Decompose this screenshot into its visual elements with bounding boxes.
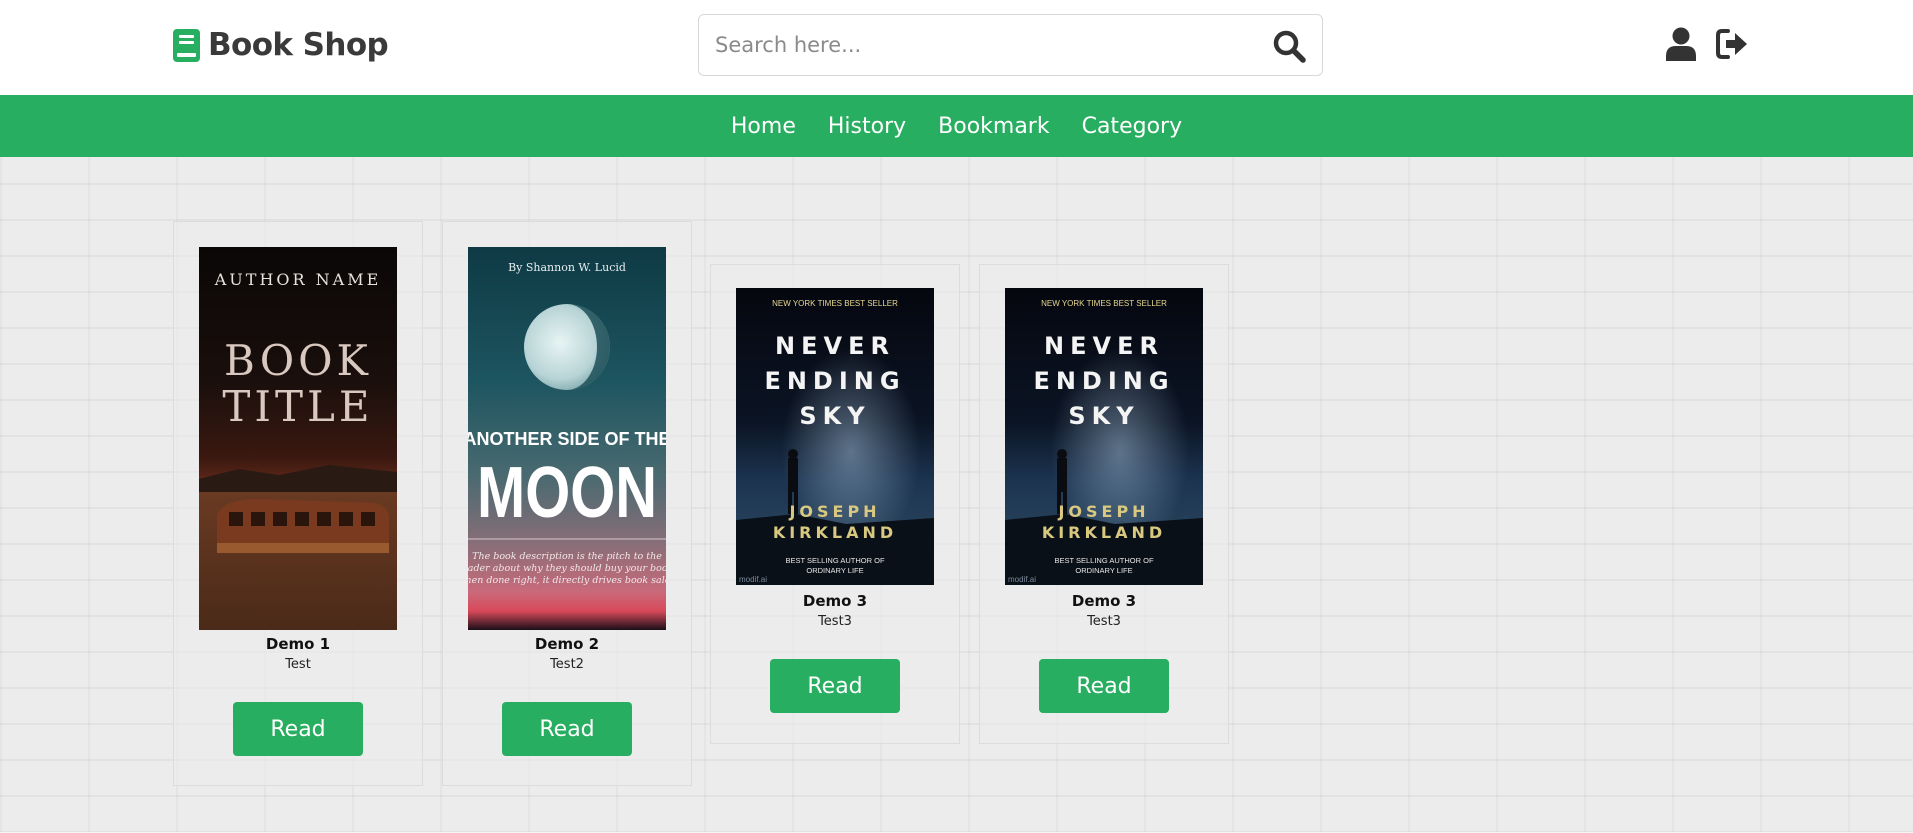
cover-author-line1: JOSEPH	[788, 502, 880, 521]
search-box	[698, 14, 1323, 76]
nav-history[interactable]: History	[828, 114, 906, 139]
book-card: AUTHOR NAME BOOK TITLE Demo 1 Test Read	[173, 221, 423, 786]
cover-title-line3: SKY	[799, 402, 870, 430]
cover-author-line1: JOSEPH	[1057, 502, 1149, 521]
nav-home[interactable]: Home	[731, 114, 796, 139]
read-button[interactable]: Read	[1039, 659, 1169, 713]
cover-description: When done right, it directly drives book…	[468, 575, 666, 586]
cover-title-line2: MOON	[477, 453, 657, 533]
read-button[interactable]: Read	[502, 702, 632, 756]
cover-watermark: modif.ai	[739, 575, 767, 584]
cover-title-line2: ENDING	[1033, 367, 1174, 395]
cover-author-line2: KIRKLAND	[1042, 523, 1166, 542]
cover-subtitle: BEST SELLING AUTHOR OF	[1054, 556, 1153, 565]
cover-title-line3: SKY	[1068, 402, 1139, 430]
cover-subtitle: ORDINARY LIFE	[1075, 566, 1132, 575]
cover-title-line1: NEVER	[775, 332, 895, 360]
book-author: Test2	[550, 657, 584, 672]
read-button[interactable]: Read	[770, 659, 900, 713]
book-grid-area: AUTHOR NAME BOOK TITLE Demo 1 Test Read	[0, 157, 1913, 833]
nav-bookmark[interactable]: Bookmark	[938, 114, 1049, 139]
cover-title-line2: TITLE	[222, 382, 373, 431]
book-title: Demo 3	[802, 592, 868, 610]
top-header: Book Shop	[0, 0, 1913, 95]
cover-tagline: NEW YORK TIMES BEST SELLER	[1041, 299, 1167, 308]
book-title: Demo 3	[1071, 592, 1137, 610]
user-icon[interactable]	[1666, 27, 1696, 61]
book-cover[interactable]: NEW YORK TIMES BEST SELLER NEVER ENDING …	[1005, 288, 1203, 585]
book-card: NEW YORK TIMES BEST SELLER NEVER ENDING …	[710, 264, 960, 744]
book-author: Test3	[818, 614, 852, 629]
book-cover[interactable]: AUTHOR NAME BOOK TITLE	[199, 247, 397, 630]
nav-category[interactable]: Category	[1082, 114, 1183, 139]
book-author: Test3	[1087, 614, 1121, 629]
brand-logo[interactable]: Book Shop	[173, 26, 389, 64]
brand-name: Book Shop	[208, 26, 389, 63]
sign-out-icon[interactable]	[1716, 28, 1749, 60]
book-cover[interactable]: NEW YORK TIMES BEST SELLER NEVER ENDING …	[736, 288, 934, 585]
cover-title-line2: ENDING	[764, 367, 905, 395]
cover-description: reader about why they should buy your bo…	[468, 563, 666, 574]
cover-title-line1: BOOK	[224, 336, 372, 385]
cover-title-line1: ANOTHER SIDE OF THE	[468, 429, 666, 449]
cover-tagline: NEW YORK TIMES BEST SELLER	[772, 299, 898, 308]
book-icon	[173, 28, 200, 62]
cover-watermark: modif.ai	[1008, 575, 1036, 584]
book-card: NEW YORK TIMES BEST SELLER NEVER ENDING …	[979, 264, 1229, 744]
book-title: Demo 2	[534, 635, 600, 653]
cover-description: The book description is the pitch to the	[472, 551, 662, 562]
cover-subtitle: BEST SELLING AUTHOR OF	[785, 556, 884, 565]
cover-subtitle: ORDINARY LIFE	[806, 566, 863, 575]
search-icon[interactable]	[1272, 29, 1306, 63]
search-input[interactable]	[715, 27, 1235, 63]
main-nav: Home History Bookmark Category	[0, 95, 1913, 157]
book-card: By Shannon W. Lucid ANOTHER SIDE OF THE …	[442, 221, 692, 786]
cover-title-line1: NEVER	[1044, 332, 1164, 360]
cover-author-line2: KIRKLAND	[773, 523, 897, 542]
book-title: Demo 1	[265, 635, 331, 653]
cover-byline: By Shannon W. Lucid	[508, 261, 626, 274]
book-cover[interactable]: By Shannon W. Lucid ANOTHER SIDE OF THE …	[468, 247, 666, 630]
cover-author-name: AUTHOR NAME	[214, 270, 382, 289]
book-author: Test	[285, 657, 311, 672]
read-button[interactable]: Read	[233, 702, 363, 756]
